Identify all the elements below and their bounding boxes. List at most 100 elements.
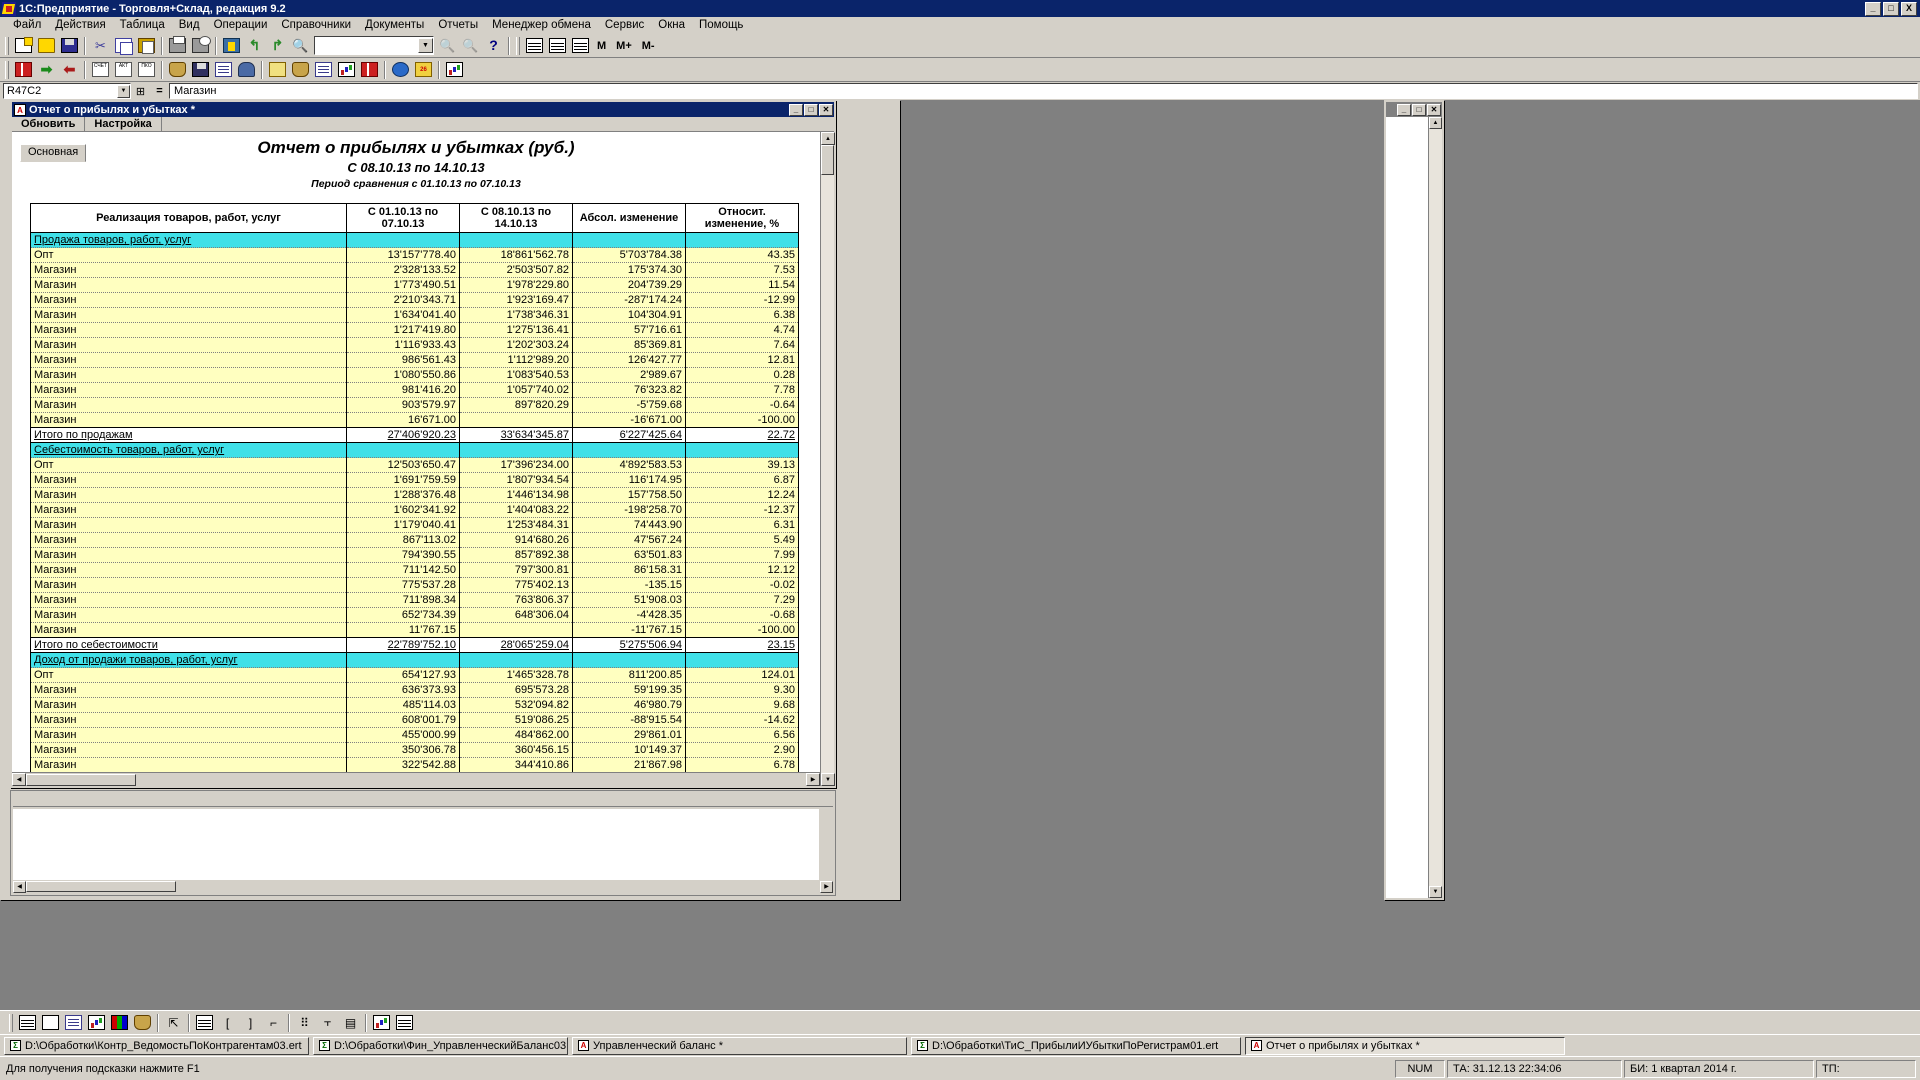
row-c4-cell[interactable]: 22.72 [685,427,799,443]
row-c2-cell[interactable]: 1'253'484.31 [459,517,573,533]
chart-icon[interactable] [336,59,357,80]
row-c3-cell[interactable]: 104'304.91 [572,307,686,323]
toolbar-grip-2[interactable] [516,36,520,55]
merge-icon[interactable]: ⌐ [263,1012,284,1033]
row-c1-cell[interactable]: 794'390.55 [346,547,460,563]
row-c1-cell[interactable]: 986'561.43 [346,352,460,368]
row-c2-cell[interactable]: 33'634'345.87 [459,427,573,443]
row-c2-cell[interactable]: 1'057'740.02 [459,382,573,398]
background-window[interactable]: _ □ ✕ ▲ ▼ [1384,100,1444,900]
row-c4-cell[interactable]: 6.38 [685,307,799,323]
table-row[interactable]: Магазин 1'773'490.51 1'978'229.80 204'739.2… [30,277,799,293]
menu-item-view[interactable]: Вид [172,18,207,32]
row-c4-cell[interactable]: 12.12 [685,562,799,578]
dots-icon[interactable]: ⠿ [294,1012,315,1033]
menu-item-exchange[interactable]: Менеджер обмена [485,18,598,32]
row-c1-cell[interactable]: 1'634'041.40 [346,307,460,323]
row-c4-cell[interactable]: -0.64 [685,397,799,413]
table-row[interactable]: Магазин 1'116'933.43 1'202'303.24 85'369.81… [30,337,799,353]
vscroll-track[interactable] [821,175,834,773]
task-upravlenchesky-balans[interactable]: A Управленческий баланс * [572,1036,907,1055]
row-c1-cell[interactable]: 652'734.39 [346,607,460,623]
table-row[interactable]: Магазин 794'390.55 857'892.38 63'501.83 7.99 [30,547,799,563]
scroll-track[interactable] [1429,129,1442,886]
page-icon[interactable] [213,59,234,80]
row-name-cell[interactable]: Магазин [30,292,347,308]
report-window-controls[interactable]: _ □ ✕ [789,103,833,116]
row-name-cell[interactable]: Магазин [30,712,347,728]
scroll-left-button[interactable]: ◀ [12,773,26,786]
task-upravlenchesky-balans-ert[interactable]: Σ D:\Обработки\Фин_УправленческийБаланс0… [313,1036,568,1055]
row-c3-cell[interactable]: 116'174.95 [572,472,686,488]
table-row[interactable]: Магазин 322'542.88 344'410.86 21'867.98 6.78 [30,757,799,772]
table-row[interactable]: Магазин 11'767.15 -11'767.15 -100.00 [30,622,799,638]
row-c1-cell[interactable]: 1'288'376.48 [346,487,460,503]
row-c1-cell[interactable]: 1'217'419.80 [346,322,460,338]
row-c4-cell[interactable]: 9.30 [685,682,799,698]
row-c1-cell[interactable] [346,232,460,248]
money-bag-icon[interactable] [167,59,188,80]
row-c1-cell[interactable]: 711'142.50 [346,562,460,578]
table-row[interactable]: Магазин 455'000.99 484'862.00 29'861.01 6.56 [30,727,799,743]
row-c4-cell[interactable]: 2.90 [685,742,799,758]
row-c2-cell[interactable]: 1'738'346.31 [459,307,573,323]
row-c3-cell[interactable]: 51'908.03 [572,592,686,608]
row-c4-cell[interactable]: 6.78 [685,757,799,772]
report-hscrollbar[interactable]: ◀ ▶ [12,772,820,786]
memory-m-button[interactable]: M [592,38,611,54]
row-c4-cell[interactable]: 43.35 [685,247,799,263]
menu-item-service[interactable]: Сервис [598,18,651,32]
key-icon[interactable] [221,35,242,56]
report-vscrollbar[interactable]: ▲ ▼ [820,132,835,786]
task-pribyli-ubytki-ert[interactable]: Σ D:\Обработки\ТиС_ПрибылиИУбыткиПоРегис… [911,1036,1241,1055]
calc-grid-icon[interactable] [524,35,545,56]
row-c4-cell[interactable]: -12.37 [685,502,799,518]
row-c2-cell[interactable]: 2'503'507.82 [459,262,573,278]
scroll-up-button[interactable]: ▲ [1429,117,1442,129]
row-c3-cell[interactable]: 5'703'784.38 [572,247,686,263]
row-c3-cell[interactable]: -16'671.00 [572,412,686,428]
row-c3-cell[interactable]: 21'867.98 [572,757,686,772]
row-name-cell[interactable]: Опт [30,667,347,683]
row-c2-cell[interactable]: 28'065'259.04 [459,637,573,653]
table-row[interactable]: Опт 13'157'778.40 18'861'562.78 5'703'784.3… [30,247,799,263]
row-c3-cell[interactable]: 126'427.77 [572,352,686,368]
table-row[interactable]: Магазин 711'898.34 763'806.37 51'908.03 7.29 [30,592,799,608]
calc-grid3-icon[interactable] [570,35,591,56]
table-row[interactable]: Магазин 1'217'419.80 1'275'136.41 57'716.61… [30,322,799,338]
row-c2-cell[interactable]: 1'275'136.41 [459,322,573,338]
scroll-right-button[interactable]: ▶ [806,773,820,786]
tab-main[interactable]: Основная [20,144,87,162]
row-c4-cell[interactable]: -100.00 [685,622,799,638]
row-name-cell[interactable]: Магазин [30,592,347,608]
row-c2-cell[interactable]: 1'112'989.20 [459,352,573,368]
row-c1-cell[interactable]: 1'773'490.51 [346,277,460,293]
bracket-right-icon[interactable]: ] [240,1012,261,1033]
columns-icon[interactable]: ▤ [340,1012,361,1033]
row-c1-cell[interactable]: 1'691'759.59 [346,472,460,488]
menu-item-reports[interactable]: Отчеты [431,18,485,32]
col-icon[interactable] [86,1012,107,1033]
table-row[interactable]: Магазин 1'288'376.48 1'446'134.98 157'758.5… [30,487,799,503]
minimize-button[interactable]: _ [789,103,803,116]
row-name-cell[interactable]: Магазин [30,472,347,488]
report-refresh-button[interactable]: Обновить [12,116,86,132]
row-c2-cell[interactable]: 18'861'562.78 [459,247,573,263]
close-button[interactable]: ✕ [819,103,833,116]
background-window-scrollbar[interactable]: ▲ ▼ [1428,117,1442,898]
row-c1-cell[interactable]: 2'328'133.52 [346,262,460,278]
row-c2-cell[interactable]: 857'892.38 [459,547,573,563]
income-arrow-icon[interactable]: ➡ [36,59,57,80]
report-window-title-bar[interactable]: A Отчет о прибылях и убытках * _ □ ✕ [12,102,834,117]
bracket-left-icon[interactable]: [ [217,1012,238,1033]
row-c1-cell[interactable] [346,442,460,458]
row-c4-cell[interactable]: 7.53 [685,262,799,278]
open-icon[interactable] [36,35,57,56]
task-kontr-vedomost[interactable]: Σ D:\Обработки\Контр_ВедомостьПоКонтраге… [4,1036,309,1055]
row-c3-cell[interactable]: 86'158.31 [572,562,686,578]
menu-item-operations[interactable]: Операции [207,18,275,32]
palette-icon[interactable] [290,59,311,80]
documents-toolbar[interactable]: ➡ ⬅ СЧЕТ АКТ ПКО 26 [0,58,1920,82]
table-row[interactable]: Магазин 2'210'343.71 1'923'169.47 -287'174.… [30,292,799,308]
row-c2-cell[interactable]: 797'300.81 [459,562,573,578]
